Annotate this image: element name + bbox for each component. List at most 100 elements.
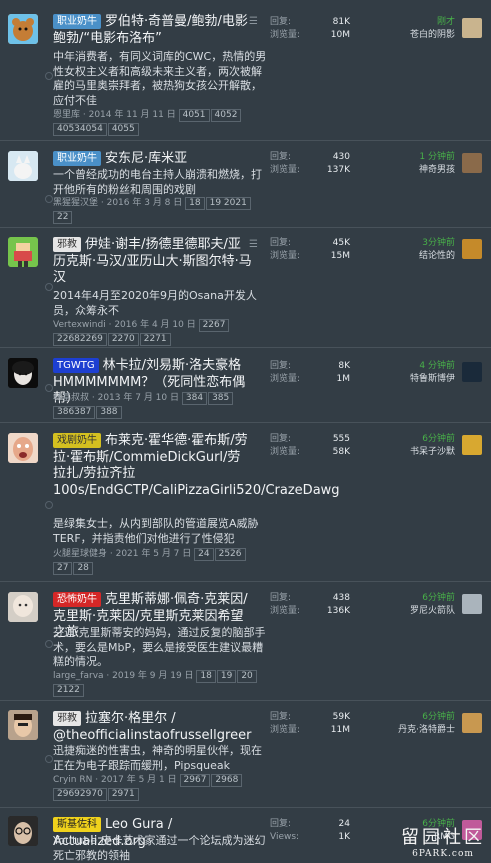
page-link[interactable]: 4051 <box>178 109 210 122</box>
puppet-avatar-icon[interactable] <box>8 358 38 388</box>
prefix-badge[interactable]: 斯基佐科 <box>53 817 101 832</box>
prefix-badge[interactable]: 戏剧奶牛 <box>53 433 101 448</box>
pixel-avatar-icon[interactable] <box>8 237 38 267</box>
prefix-badge[interactable]: 职业奶牛 <box>53 151 101 166</box>
topic-title-text[interactable]: 安东尼·库米亚 <box>105 151 187 166</box>
last-post-user[interactable]: 神奇男孩 <box>370 164 455 177</box>
user-avatar-icon[interactable] <box>462 362 482 382</box>
last-post-time[interactable]: 6分钟前 <box>370 592 455 605</box>
prefix-badge[interactable]: 邪教 <box>53 711 81 726</box>
last-post-user[interactable]: 书呆子沙默 <box>370 446 455 459</box>
last-post-time[interactable]: 6分钟前 <box>370 433 455 446</box>
user-avatar-icon[interactable] <box>462 18 482 38</box>
page-link[interactable]: 2968 <box>211 774 243 787</box>
last-post[interactable]: 3分钟前 结论性的 <box>370 237 455 263</box>
topic-row[interactable]: 邪教 拉塞尔·格里尔 / @theofficialinstaofrussellgr… <box>0 701 491 808</box>
prefix-badge[interactable]: 恐怖奶牛 <box>53 592 101 607</box>
page-link[interactable]: 2526 <box>214 548 246 561</box>
last-post[interactable]: 6分钟前 丹克·洛特爵士 <box>370 711 455 737</box>
last-post[interactable]: 刚才 苍白的阴影 <box>370 16 455 42</box>
prefix-badge[interactable]: 邪教 <box>53 237 81 252</box>
user-avatar-icon[interactable] <box>462 713 482 733</box>
last-post[interactable]: 4 分钟前 特鲁斯博伊 <box>370 360 455 386</box>
last-post-user[interactable]: 特鲁斯博伊 <box>370 373 455 386</box>
topic-row[interactable]: 恐怖奶牛 克里斯蒂娜·佩奇·克莱因/克里斯·克莱因/克里斯克莱因希望之旅 芬迪·克… <box>0 582 491 701</box>
topic-row[interactable]: 职业奶牛 罗伯特·奇普曼/鲍勃/电影鲍勃/“电影布洛布” ☰ 中年消费者，有同义词… <box>0 0 491 141</box>
page-link[interactable]: 388 <box>96 406 122 419</box>
topic-author[interactable]: 恩里库 <box>53 110 80 120</box>
topic-date[interactable]: 2016 年 3 月 8 日 <box>107 198 183 208</box>
topic-title-text[interactable]: 伊娃·谢丰/扬德里德耶夫/亚历克斯·马汉/亚历山大·斯图尔特·马汉 <box>53 237 252 285</box>
user-avatar-icon[interactable] <box>462 435 482 455</box>
topic-row[interactable]: 邪教 伊娃·谢丰/扬德里德耶夫/亚历克斯·马汉/亚历山大·斯图尔特·马汉 ☰ 20… <box>0 228 491 348</box>
topic-row[interactable]: 职业奶牛 安东尼·库米亚 一个曾经成功的电台主持人崩溃和燃烧，打开他所有的粉丝和周… <box>0 141 491 228</box>
page-link[interactable]: 18 <box>196 670 216 683</box>
page-link[interactable]: 2271 <box>139 333 171 346</box>
topic-row[interactable]: TGWTG 林卡拉/刘易斯·洛夫豪格HMMMMMMM？（死同性恋布偶帮） 林基叔叔… <box>0 348 491 423</box>
topic-author[interactable]: Vertexwindi <box>53 320 106 330</box>
last-post-time[interactable]: 4 分钟前 <box>370 360 455 373</box>
last-post-time[interactable]: 1 分钟前 <box>370 151 455 164</box>
cat-avatar-icon[interactable] <box>8 151 38 181</box>
user-avatar-icon[interactable] <box>462 153 482 173</box>
last-post[interactable]: 6分钟前 罗尼火箭队 <box>370 592 455 618</box>
page-link[interactable]: 22 <box>53 211 73 224</box>
prefix-badge[interactable]: TGWTG <box>53 358 99 373</box>
last-post-time[interactable]: 刚才 <box>370 16 455 29</box>
page-link[interactable]: 384 <box>181 392 208 405</box>
user-avatar-icon[interactable] <box>462 239 482 259</box>
page-link[interactable]: 385 <box>208 392 234 405</box>
page-link[interactable]: 4055 <box>107 123 139 136</box>
page-link[interactable]: 24 <box>194 548 214 561</box>
last-post-user[interactable]: 苍白的阴影 <box>370 29 455 42</box>
topic-date[interactable]: 2014 年 11 月 11 日 <box>89 110 176 120</box>
topic-date[interactable]: 2013 年 7 月 10 日 <box>98 393 179 403</box>
topic-author[interactable]: 火腿星球健身 <box>53 549 107 559</box>
topic-author[interactable]: 林基叔叔 <box>53 393 89 403</box>
page-link[interactable]: 29692970 <box>53 788 107 801</box>
page-link[interactable]: 19 <box>216 670 237 683</box>
page-link[interactable]: 22682269 <box>53 333 107 346</box>
topic-author[interactable]: Cryin RN <box>53 775 92 785</box>
last-post-time[interactable]: 6分钟前 <box>370 711 455 724</box>
page-link[interactable]: 19 2021 <box>205 197 251 210</box>
page-link[interactable]: 2971 <box>107 788 139 801</box>
page-link[interactable]: 2967 <box>179 774 211 787</box>
last-post-user[interactable]: 罗尼火箭队 <box>370 605 455 618</box>
page-link[interactable]: 2267 <box>198 319 230 332</box>
last-post-user[interactable]: 结论性的 <box>370 250 455 263</box>
bear-avatar-icon[interactable] <box>8 14 38 44</box>
topic-title[interactable]: 戏剧奶牛 布莱克·霍华德·霍布斯/劳拉·霍布斯/CommieDickGurl/劳拉… <box>53 433 340 499</box>
prefix-badge[interactable]: 职业奶牛 <box>53 14 101 29</box>
page-link[interactable]: 4052 <box>210 109 242 122</box>
topic-row[interactable]: 戏剧奶牛 布莱克·霍华德·霍布斯/劳拉·霍布斯/CommieDickGurl/劳拉… <box>0 423 491 582</box>
face-avatar-icon[interactable] <box>8 433 38 463</box>
topic-date[interactable]: 2021 年 5 月 7 日 <box>116 549 192 559</box>
page-link[interactable]: 386387 <box>53 406 96 419</box>
last-post[interactable]: 1 分钟前 神奇男孩 <box>370 151 455 177</box>
topic-title[interactable]: 职业奶牛 安东尼·库米亚 <box>53 151 253 168</box>
topic-title[interactable]: 职业奶牛 罗伯特·奇普曼/鲍勃/电影鲍勃/“电影布洛布” <box>53 14 253 47</box>
last-post[interactable]: 6分钟前 书呆子沙默 <box>370 433 455 459</box>
page-link[interactable]: 28 <box>73 562 93 575</box>
topic-title-text[interactable]: 拉塞尔·格里尔 / @theofficialinstaofrussellgree… <box>53 711 251 743</box>
topic-title[interactable]: 邪教 拉塞尔·格里尔 / @theofficialinstaofrussellgr… <box>53 711 253 744</box>
page-link[interactable]: 2122 <box>53 684 84 697</box>
topic-title[interactable]: 邪教 伊娃·谢丰/扬德里德耶夫/亚历克斯·马汉/亚历山大·斯图尔特·马汉 <box>53 237 253 287</box>
glasses-avatar-icon[interactable] <box>8 816 38 846</box>
page-link[interactable]: 2270 <box>107 333 139 346</box>
topic-date[interactable]: 2017 年 5 月 1 日 <box>101 775 177 785</box>
woman-avatar-icon[interactable] <box>8 592 38 622</box>
last-post-user[interactable]: 丹克·洛特爵士 <box>370 724 455 737</box>
topic-date[interactable]: 2019 年 9 月 19 日 <box>112 671 193 681</box>
topic-author[interactable]: 黑猩猩汉堡 <box>53 198 98 208</box>
last-post-time[interactable]: 3分钟前 <box>370 237 455 250</box>
page-link[interactable]: 40534054 <box>53 123 107 136</box>
man-avatar-icon[interactable] <box>8 710 38 740</box>
page-link[interactable]: 20 <box>237 670 257 683</box>
user-avatar-icon[interactable] <box>462 594 482 614</box>
topic-author[interactable]: large_farva <box>53 671 104 681</box>
page-link[interactable]: 27 <box>53 562 73 575</box>
page-link[interactable]: 18 <box>185 197 205 210</box>
topic-date[interactable]: 2016 年 4 月 10 日 <box>114 320 195 330</box>
